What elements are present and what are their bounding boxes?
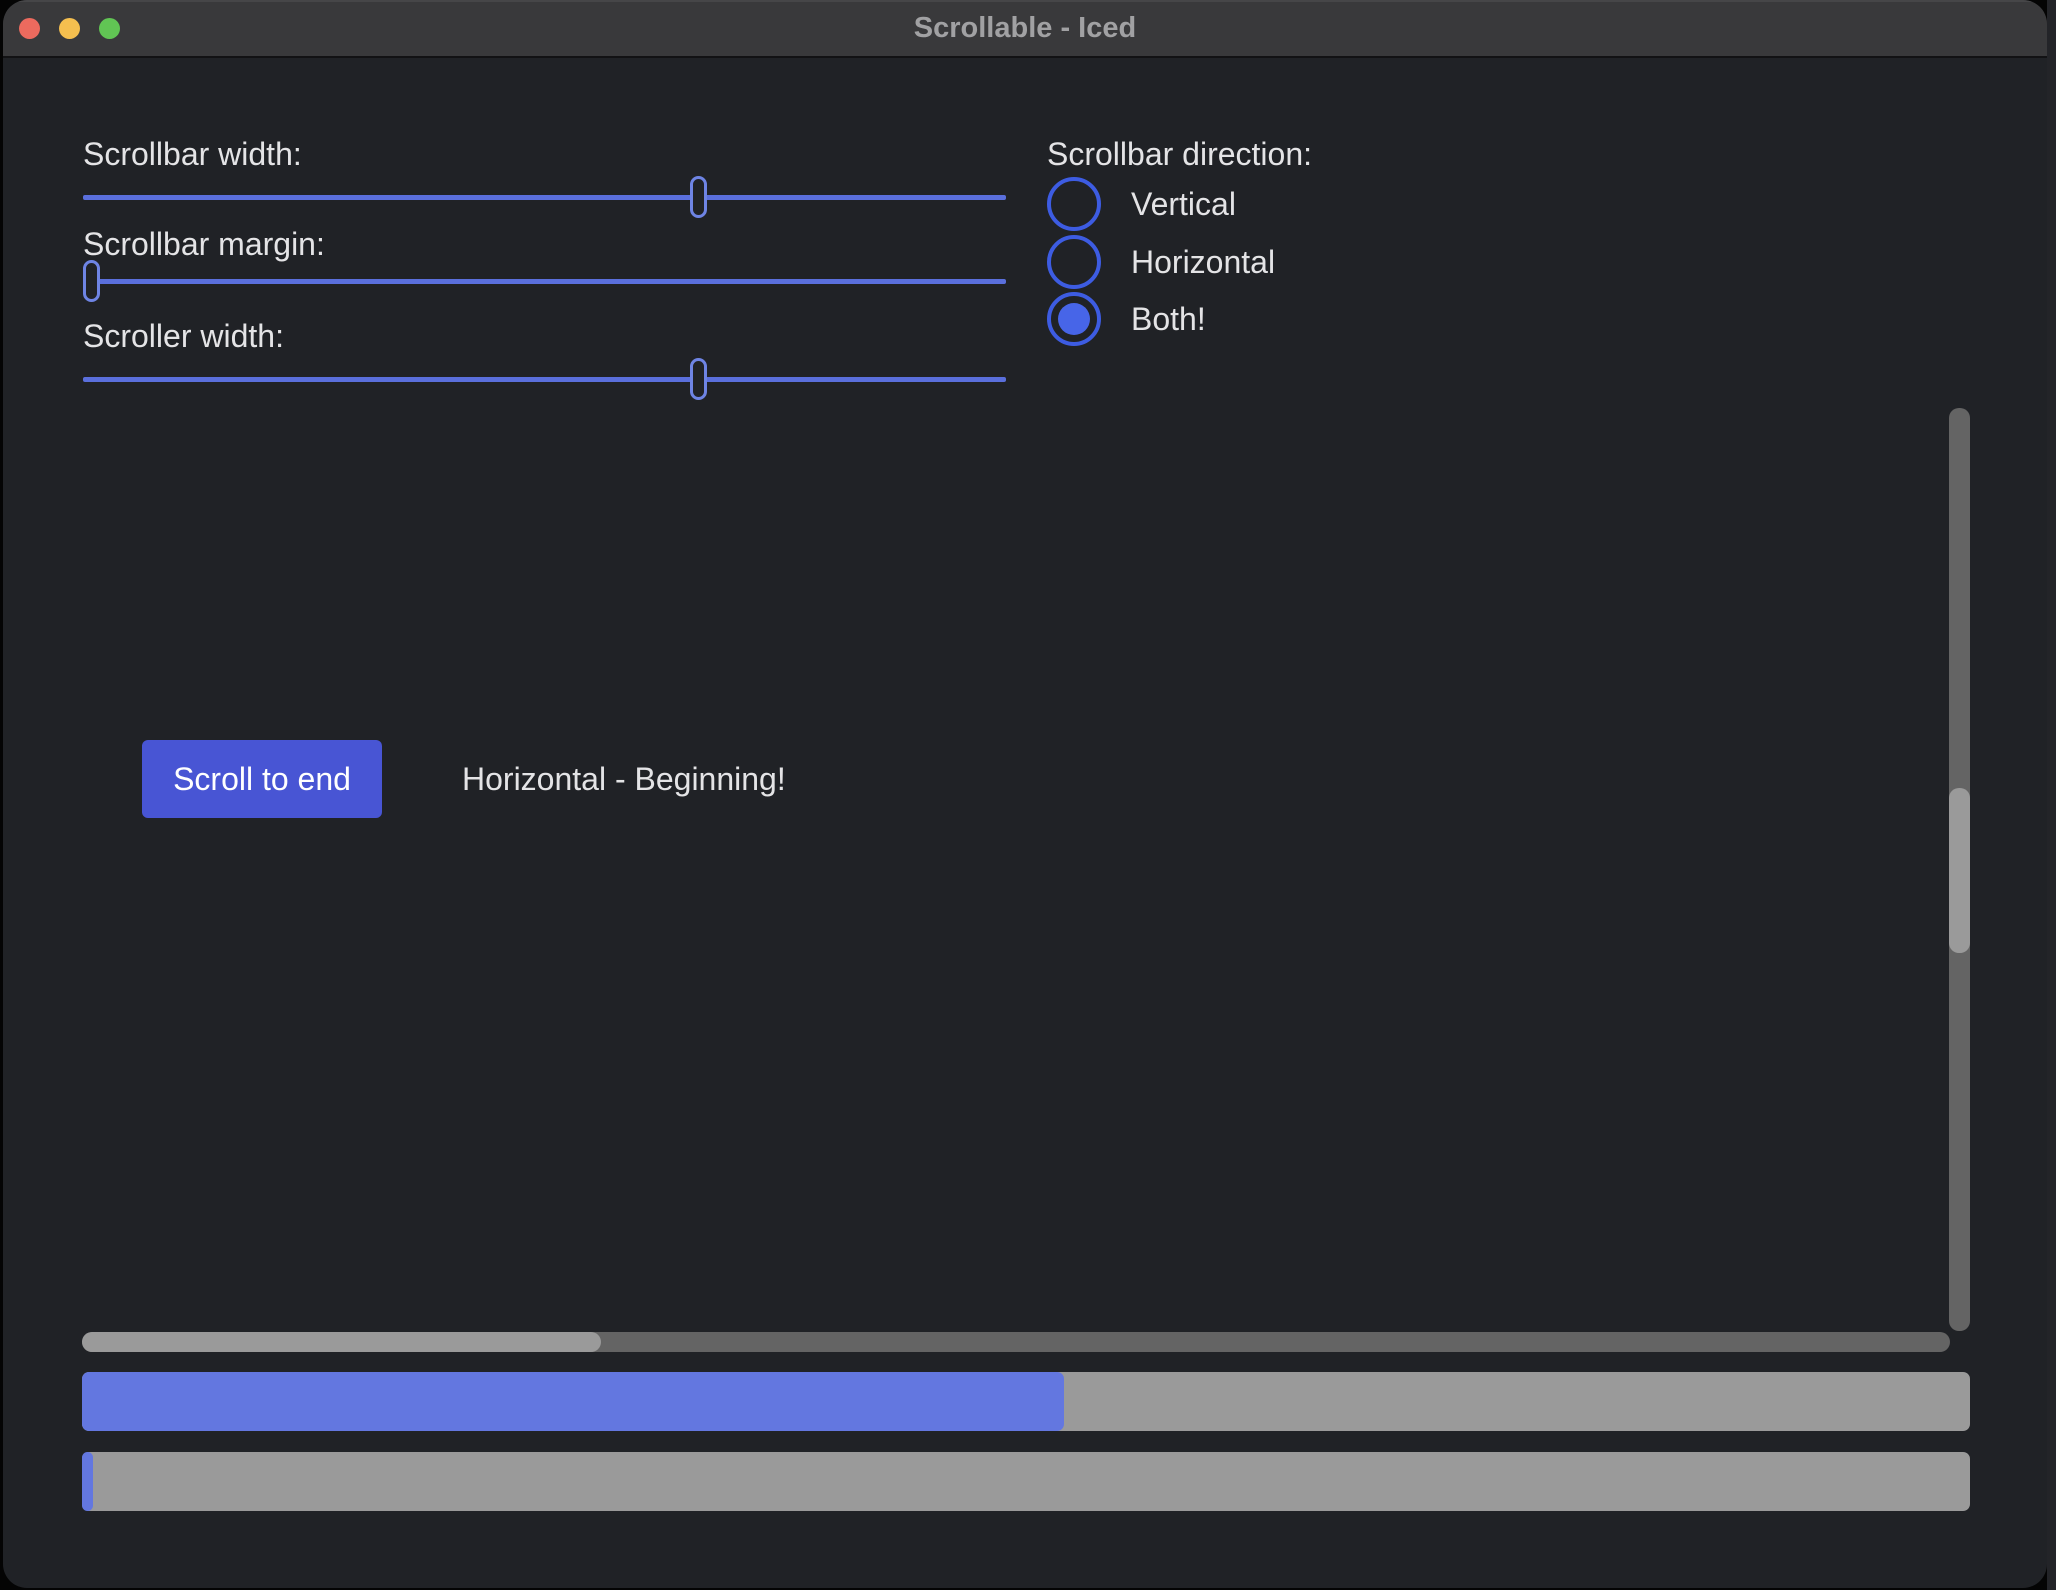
background-window-sliver (2047, 0, 2056, 1590)
slider-handle[interactable] (690, 176, 707, 218)
scrollbar-width-label: Scrollbar width: (83, 136, 302, 173)
progress-fill (82, 1452, 93, 1511)
vertical-scroller-thumb[interactable] (1949, 788, 1970, 953)
horizontal-scrollbar[interactable] (82, 1332, 1950, 1352)
radio-vertical-label[interactable]: Vertical (1131, 183, 1236, 225)
scrollbar-margin-slider[interactable] (83, 260, 1006, 302)
title-bar[interactable]: Scrollable - Iced (3, 0, 2047, 58)
scroller-width-slider[interactable] (83, 358, 1006, 400)
radio-vertical[interactable] (1047, 177, 1101, 231)
scroller-width-label: Scroller width: (83, 318, 284, 355)
radio-dot-icon (1058, 303, 1090, 335)
scrollbar-width-slider[interactable] (83, 176, 1006, 218)
scroll-status-text: Horizontal - Beginning! (462, 758, 786, 800)
vertical-scrollbar[interactable] (1949, 408, 1970, 1331)
progress-fill (82, 1372, 1064, 1431)
radio-horizontal[interactable] (1047, 235, 1101, 289)
scroll-to-end-button[interactable]: Scroll to end (142, 740, 382, 818)
slider-handle[interactable] (690, 358, 707, 400)
slider-track[interactable] (83, 279, 1006, 284)
scrollbar-margin-label: Scrollbar margin: (83, 226, 325, 263)
radio-both[interactable] (1047, 292, 1101, 346)
window-title: Scrollable - Iced (3, 0, 2047, 56)
horizontal-progress-bar (82, 1452, 1970, 1511)
radio-both-label[interactable]: Both! (1131, 298, 1206, 340)
radio-horizontal-label[interactable]: Horizontal (1131, 241, 1275, 283)
horizontal-scroller-thumb[interactable] (82, 1332, 601, 1352)
slider-handle[interactable] (83, 260, 100, 302)
app-window: Scrollable - Iced Scrollbar width: Scrol… (3, 0, 2047, 1588)
slider-track[interactable] (83, 195, 1006, 200)
scrollbar-direction-label: Scrollbar direction: (1047, 136, 1312, 173)
vertical-progress-bar (82, 1372, 1970, 1431)
slider-track[interactable] (83, 377, 1006, 382)
